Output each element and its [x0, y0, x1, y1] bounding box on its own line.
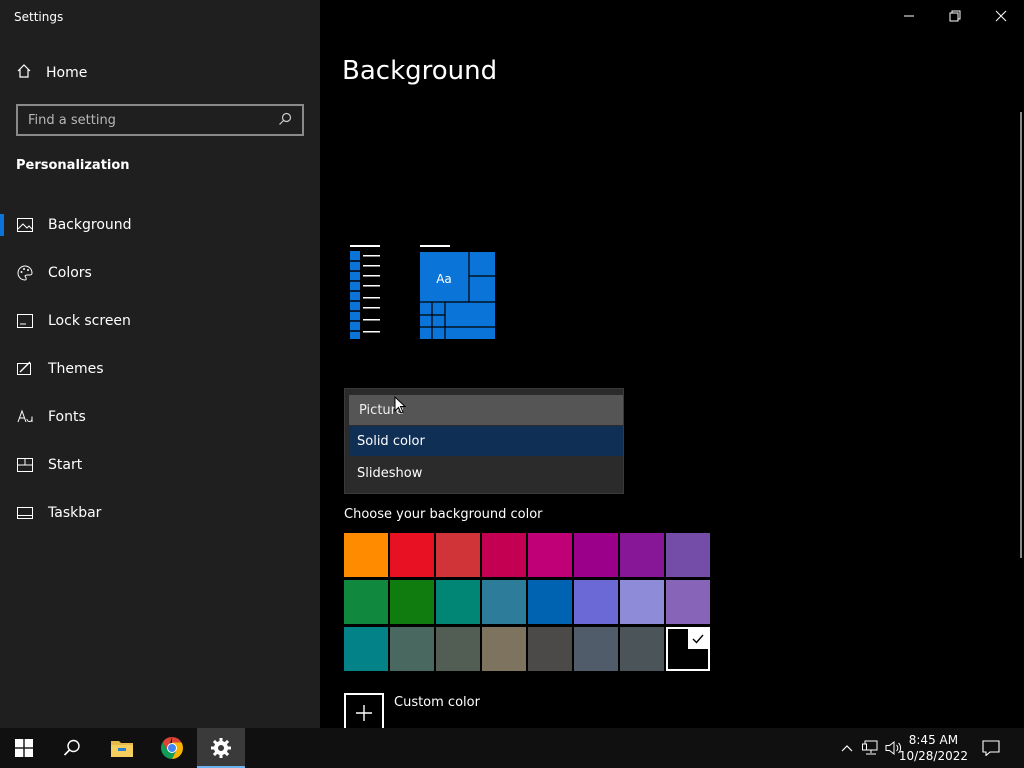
minimize-button[interactable] — [886, 0, 932, 32]
background-color-label: Choose your background color — [344, 507, 543, 522]
color-swatch[interactable] — [666, 580, 710, 624]
restore-button[interactable] — [932, 0, 978, 32]
sidebar-item-start[interactable]: Start — [0, 441, 320, 489]
checkmark-icon — [688, 629, 708, 649]
chrome-button[interactable] — [148, 728, 196, 768]
color-swatch[interactable] — [344, 627, 388, 671]
sidebar-item-background[interactable]: Background — [0, 201, 320, 249]
color-swatch[interactable] — [390, 627, 434, 671]
search-button[interactable] — [48, 728, 96, 768]
page-title: Background — [342, 56, 498, 86]
dropdown-option-solid-color[interactable]: Solid color — [349, 426, 623, 456]
color-swatch[interactable] — [528, 627, 572, 671]
lock-screen-icon — [17, 313, 33, 329]
close-button[interactable] — [978, 0, 1024, 32]
fonts-icon — [17, 409, 33, 425]
color-swatch[interactable] — [482, 533, 526, 577]
custom-color-label: Custom color — [394, 695, 480, 710]
chrome-icon — [161, 737, 183, 759]
start-button[interactable] — [0, 728, 48, 768]
color-swatch[interactable] — [390, 580, 434, 624]
sidebar-item-fonts[interactable]: Fonts — [0, 393, 320, 441]
search-box[interactable] — [16, 104, 304, 136]
chevron-up-icon[interactable] — [837, 738, 857, 758]
sidebar-item-colors[interactable]: Colors — [0, 249, 320, 297]
section-title: Personalization — [16, 158, 130, 173]
background-type-dropdown[interactable]: Picture Solid color Slideshow — [344, 388, 624, 494]
file-explorer-button[interactable] — [98, 728, 146, 768]
clock-time: 8:45 AM — [908, 733, 959, 747]
sidebar-item-label: Fonts — [48, 409, 86, 425]
sidebar-item-label: Lock screen — [48, 313, 131, 329]
scrollbar[interactable] — [1020, 112, 1022, 558]
dropdown-option-picture[interactable]: Picture — [349, 395, 623, 425]
minimize-icon — [904, 15, 914, 17]
folder-icon — [111, 741, 133, 757]
gear-icon — [211, 738, 231, 758]
sidebar-item-label: Taskbar — [48, 505, 102, 521]
dropdown-option-slideshow[interactable]: Slideshow — [349, 458, 623, 488]
start-icon — [17, 457, 33, 473]
home-link[interactable]: Home — [16, 62, 87, 84]
color-swatch-grid — [344, 533, 712, 671]
search-input[interactable] — [28, 112, 278, 128]
color-swatch[interactable] — [390, 533, 434, 577]
color-swatch[interactable] — [574, 627, 618, 671]
home-icon — [16, 63, 32, 83]
color-swatch[interactable] — [620, 627, 664, 671]
color-swatch[interactable] — [528, 580, 572, 624]
network-icon[interactable] — [861, 738, 881, 758]
custom-color-button[interactable]: Custom color — [344, 693, 480, 733]
color-swatch[interactable] — [620, 580, 664, 624]
system-clock[interactable]: 8:45 AM 10/28/2022 — [899, 732, 968, 764]
app-title: Settings — [14, 10, 64, 24]
sidebar-item-label: Themes — [48, 361, 104, 377]
home-label: Home — [46, 65, 88, 81]
sidebar: Settings Home Personalization Background… — [0, 0, 320, 728]
color-swatch[interactable] — [574, 533, 618, 577]
color-swatch[interactable] — [344, 533, 388, 577]
clock-date: 10/28/2022 — [898, 749, 968, 763]
color-swatch[interactable] — [482, 580, 526, 624]
picture-icon — [17, 217, 33, 233]
color-swatch[interactable] — [482, 627, 526, 671]
settings-taskbar-button[interactable] — [197, 728, 245, 768]
search-icon[interactable] — [278, 111, 292, 130]
sidebar-item-taskbar[interactable]: Taskbar — [0, 489, 320, 537]
plus-icon — [344, 693, 384, 733]
taskbar: 8:45 AM 10/28/2022 — [0, 728, 1024, 768]
color-swatch[interactable] — [344, 580, 388, 624]
sidebar-item-label: Background — [48, 217, 132, 233]
color-swatch[interactable] — [666, 627, 710, 671]
sidebar-item-lock-screen[interactable]: Lock screen — [0, 297, 320, 345]
sidebar-item-label: Colors — [48, 265, 92, 281]
color-swatch[interactable] — [528, 533, 572, 577]
close-icon — [995, 10, 1007, 22]
sidebar-item-themes[interactable]: Themes — [0, 345, 320, 393]
taskbar-icon — [17, 505, 33, 521]
main-content: Background Aa Picture Solid color Slides… — [320, 0, 1024, 733]
restore-icon — [949, 10, 961, 22]
color-swatch[interactable] — [620, 533, 664, 577]
color-swatch[interactable] — [436, 627, 480, 671]
preview-tiles: Aa — [420, 245, 495, 339]
windows-logo-icon — [15, 739, 33, 757]
search-icon — [63, 739, 80, 756]
mouse-cursor-icon — [394, 396, 406, 414]
preview-tile-text: Aa — [436, 272, 452, 286]
notification-icon[interactable] — [981, 738, 1001, 758]
color-swatch[interactable] — [436, 580, 480, 624]
themes-icon — [17, 361, 33, 377]
preview-start-list — [350, 245, 380, 339]
sidebar-item-label: Start — [48, 457, 83, 473]
palette-icon — [17, 265, 33, 281]
color-swatch[interactable] — [574, 580, 618, 624]
sidebar-nav: Background Colors Lock screen Themes Fon… — [0, 201, 320, 537]
color-swatch[interactable] — [666, 533, 710, 577]
color-swatch[interactable] — [436, 533, 480, 577]
